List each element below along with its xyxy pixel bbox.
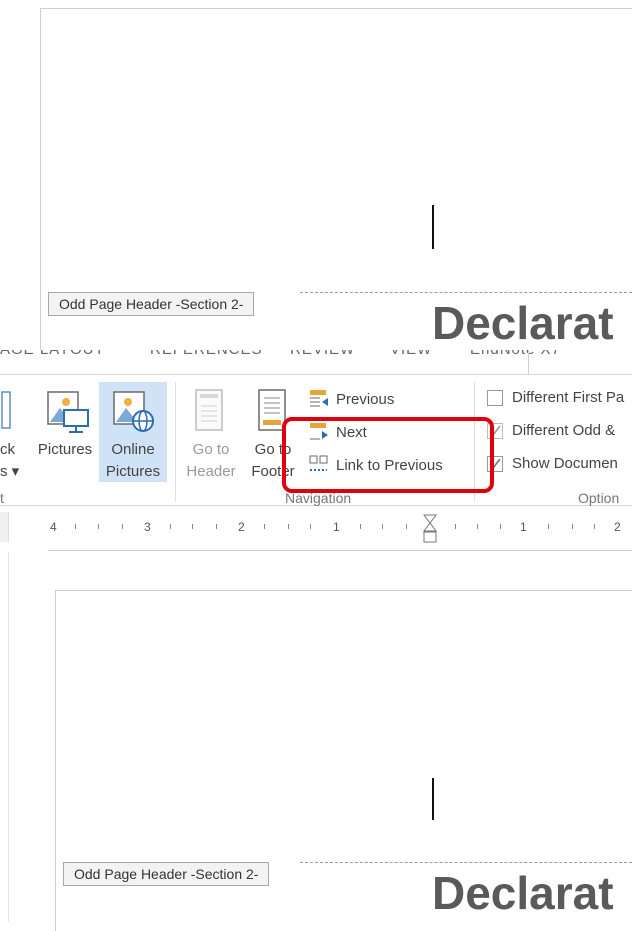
pictures-icon[interactable] <box>42 388 92 438</box>
different-first-page-label: Different First Pa <box>512 389 625 406</box>
online-pictures-icon <box>108 388 158 438</box>
quick-parts-label-partial: ck <box>0 441 15 458</box>
tab-view[interactable]: VIEW <box>390 350 432 358</box>
ruler-tick <box>216 524 217 529</box>
online-pictures-label-2: Pictures <box>105 463 161 480</box>
show-document-text-label: Show Documen <box>512 455 618 472</box>
ruler-tick <box>455 524 456 529</box>
header-boundary-line <box>300 292 632 293</box>
ruler-tick <box>310 524 311 529</box>
section-header-tag-bottom: Odd Page Header -Section 2- <box>63 862 270 886</box>
horizontal-ruler[interactable] <box>48 518 632 538</box>
left-scroll-gutter <box>0 552 9 922</box>
header-boundary-line-bottom <box>300 862 632 863</box>
ruler-tick <box>264 524 265 529</box>
group-separator <box>175 382 176 502</box>
ruler-tick <box>98 524 99 529</box>
ruler-tick <box>406 524 407 529</box>
ruler-tick <box>170 524 171 529</box>
section-header-tag: Odd Page Header -Section 2- <box>48 292 255 316</box>
different-odd-even-label: Different Odd & <box>512 422 616 439</box>
ruler-tick <box>288 524 289 529</box>
previous-button[interactable]: Previous <box>336 388 394 411</box>
tab-endnote[interactable]: EndNote X7 <box>470 350 561 358</box>
ruler-tick <box>548 524 549 529</box>
tab-divider <box>528 350 529 374</box>
ruler-tick <box>382 524 383 529</box>
ruler-tick <box>75 524 76 529</box>
ruler-left-gutter <box>0 512 9 542</box>
ruler-label-1-right: 1 <box>520 520 527 534</box>
ruler-label-2: 2 <box>238 520 245 534</box>
quick-parts-label2-partial: s ▾ <box>0 463 20 480</box>
ruler-tick <box>477 524 478 529</box>
ruler-tick <box>360 524 361 529</box>
ruler-tick <box>594 524 595 529</box>
indent-marker-icon[interactable] <box>423 514 437 548</box>
text-cursor <box>432 205 434 249</box>
ruler-label-1: 1 <box>333 520 340 534</box>
go-to-header-label-1: Go to <box>192 441 230 458</box>
tab-references[interactable]: REFERENCES <box>150 350 263 358</box>
ruler-bottom-line <box>48 550 632 551</box>
different-first-page-checkbox[interactable] <box>487 390 503 406</box>
annotation-highlight-box <box>282 417 494 493</box>
document-heading-bottom: Declarat <box>432 867 614 919</box>
ruler-tick <box>500 524 501 529</box>
ruler-label-2-right: 2 <box>614 520 621 534</box>
options-group-label: Option <box>578 490 620 506</box>
quick-parts-icon[interactable] <box>0 390 12 430</box>
insert-group-label-partial: t <box>0 490 4 506</box>
ruler-label-3: 3 <box>144 520 151 534</box>
ruler-tick <box>192 524 193 529</box>
ribbon-tab-strip: AGE LAYOUT REFERENCES REVIEW VIEW EndNot… <box>0 350 632 374</box>
online-pictures-label-1: Online <box>111 441 155 458</box>
tab-review[interactable]: REVIEW <box>290 350 355 358</box>
ruler-tick <box>572 524 573 529</box>
text-cursor-bottom <box>432 778 434 820</box>
ruler-label-4: 4 <box>50 520 57 534</box>
ruler-tick <box>122 524 123 529</box>
go-to-header-label-2: Header <box>186 463 236 480</box>
go-to-header-icon[interactable] <box>192 388 228 434</box>
tab-page-layout[interactable]: AGE LAYOUT <box>0 350 105 358</box>
document-heading: Declarat <box>432 297 614 349</box>
previous-icon[interactable] <box>308 388 330 410</box>
pictures-button[interactable]: Pictures <box>32 438 98 461</box>
